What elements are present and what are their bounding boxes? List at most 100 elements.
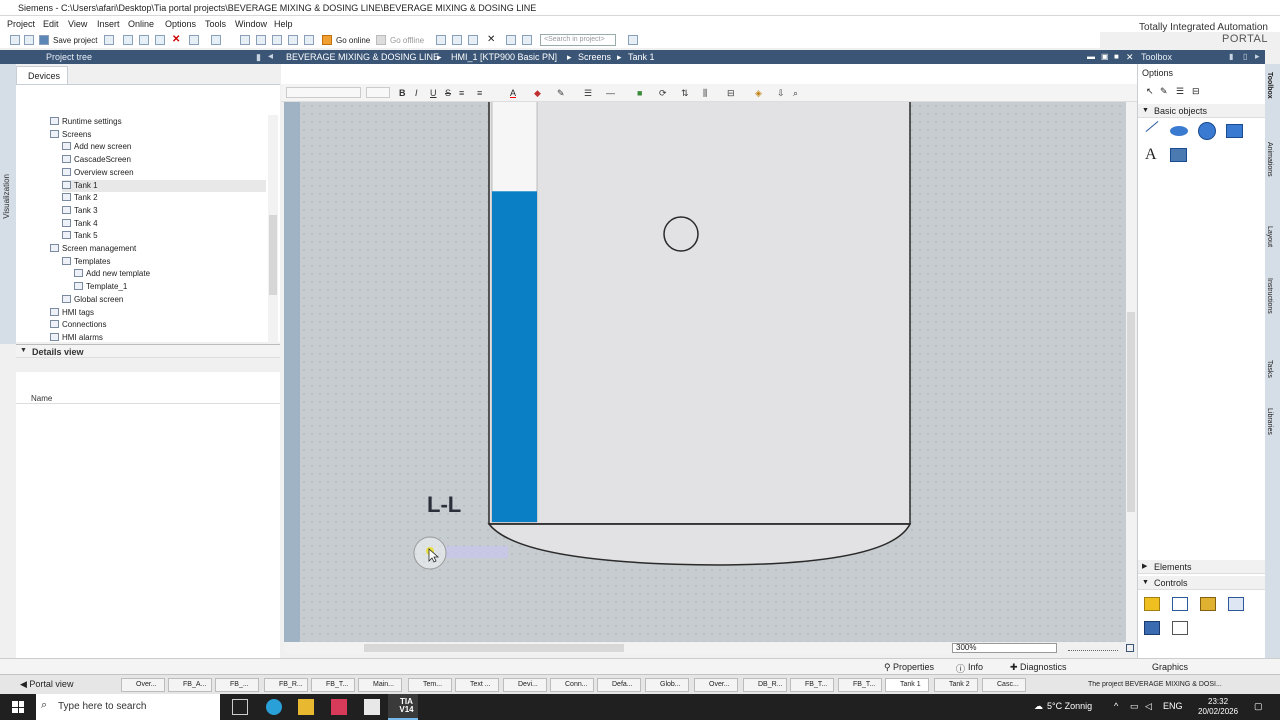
editor-tab[interactable]: FB_T...	[790, 678, 834, 692]
tab-instructions[interactable]: Instructions	[1266, 278, 1273, 314]
line-style-icon[interactable]: ☰	[584, 88, 592, 99]
tab-layout[interactable]: Layout	[1266, 226, 1273, 247]
tab-toolbox[interactable]: Toolbox	[1266, 72, 1273, 99]
editor-tab[interactable]: Main...	[358, 678, 402, 692]
go-online-icon[interactable]	[322, 35, 332, 45]
undo-icon[interactable]	[189, 35, 199, 45]
split-horizontal-icon[interactable]	[506, 35, 516, 45]
toolbox-options[interactable]: Options	[1138, 68, 1266, 82]
editor-tab[interactable]: FB_R...	[264, 678, 308, 692]
library-view-icon[interactable]: ☰	[1176, 86, 1184, 97]
tab-devices[interactable]: Devices	[16, 66, 68, 84]
bold-icon[interactable]: B	[399, 88, 406, 98]
open-project-icon[interactable]	[24, 35, 34, 45]
flip-icon[interactable]: ⇅	[681, 88, 689, 99]
details-view-header[interactable]: Details view ▼	[16, 344, 280, 358]
language-indicator[interactable]: ENG	[1163, 701, 1183, 711]
tab-properties[interactable]: Properties	[893, 662, 934, 672]
compile-icon[interactable]	[240, 35, 250, 45]
editor-tab[interactable]: Devi...	[503, 678, 547, 692]
tree-item[interactable]: Tank 3	[62, 205, 98, 217]
menu-project[interactable]: Project	[7, 19, 35, 29]
float-editor-icon[interactable]: ▣	[1101, 52, 1109, 61]
go-online-button[interactable]: Go online	[336, 36, 370, 45]
breadcrumb-tank1[interactable]: Tank 1	[628, 52, 655, 62]
strikethrough-icon[interactable]: S	[445, 88, 451, 98]
close-editor-icon[interactable]: ✕	[1126, 52, 1134, 63]
font-family-select[interactable]	[286, 87, 361, 98]
tree-item[interactable]: Add new template	[74, 268, 150, 280]
editor-tab[interactable]: Glob...	[645, 678, 689, 692]
collapse-tree-icon[interactable]: ◂	[268, 51, 273, 62]
line-color-icon[interactable]: ✎	[557, 88, 565, 99]
distribute-icon[interactable]: ⫼	[703, 88, 707, 99]
tree-item[interactable]: Template_1	[74, 281, 127, 293]
editor-tab[interactable]: Over...	[121, 678, 165, 692]
menu-view[interactable]: View	[68, 19, 87, 29]
breadcrumb-device[interactable]: HMI_1 [KTP900 Basic PN]	[451, 52, 557, 62]
file-explorer-icon[interactable]	[298, 699, 314, 715]
tank-body[interactable]	[488, 102, 911, 525]
zoom-tool-icon[interactable]: ⌕	[793, 88, 798, 99]
portal-view-button[interactable]: ◀ Portal view	[20, 679, 73, 690]
navigate-icon[interactable]	[1126, 644, 1134, 652]
simulate-icon[interactable]	[288, 35, 298, 45]
menu-help[interactable]: Help	[274, 19, 293, 29]
canvas-vertical-scrollbar[interactable]	[1126, 102, 1136, 642]
vertical-scroll-thumb[interactable]	[1127, 312, 1135, 512]
trend-view-icon[interactable]	[1172, 597, 1188, 611]
weather-text[interactable]: 5°C Zonnig	[1047, 701, 1092, 711]
eyedropper-icon[interactable]: ✎	[1160, 86, 1168, 97]
editor-tab[interactable]: FB_T...	[311, 678, 355, 692]
breadcrumb-screens[interactable]: Screens	[578, 52, 611, 62]
tree-item[interactable]: Tank 4	[62, 218, 98, 230]
horizontal-scroll-thumb[interactable]	[364, 644, 624, 652]
editor-tab[interactable]: Tank 1	[885, 678, 929, 692]
tab-libraries[interactable]: Libraries	[1266, 408, 1273, 435]
split-vertical-icon[interactable]	[522, 35, 532, 45]
tree-item[interactable]: CascadeScreen	[62, 154, 131, 166]
tree-item[interactable]: Tank 5	[62, 230, 98, 242]
print-icon[interactable]	[104, 35, 114, 45]
tank-bottom[interactable]	[487, 523, 912, 566]
tray-chevron-icon[interactable]: ^	[1114, 701, 1118, 711]
store-icon[interactable]	[331, 699, 347, 715]
zoom-slider[interactable]	[1068, 645, 1118, 651]
tree-scrollbar[interactable]	[268, 115, 278, 343]
font-color-icon[interactable]: A	[510, 88, 516, 98]
graphics-label[interactable]: Graphics	[1152, 662, 1188, 672]
editor-tab[interactable]: Casc...	[982, 678, 1026, 692]
tree-item[interactable]: HMI tags	[50, 307, 94, 319]
list-view-icon[interactable]: ⊟	[1192, 86, 1200, 97]
network-icon[interactable]: ▭	[1130, 701, 1139, 712]
alarm-view-icon[interactable]	[1144, 597, 1160, 611]
pin-icon[interactable]: ▮	[256, 52, 261, 63]
toolbox-expand-icon[interactable]: ▸	[1255, 51, 1260, 62]
menu-window[interactable]: Window	[235, 19, 267, 29]
tree-item[interactable]: Connections	[50, 319, 106, 331]
ellipse-tool-icon[interactable]	[1170, 126, 1188, 136]
taskbar-clock[interactable]: 23:32 20/02/2026	[1198, 697, 1238, 717]
rectangle-tool-icon[interactable]	[1226, 124, 1243, 138]
stop-cpu-icon[interactable]	[468, 35, 478, 45]
italic-icon[interactable]: I	[415, 88, 418, 98]
task-view-icon[interactable]	[232, 699, 248, 715]
maximize-editor-icon[interactable]: ■	[1114, 52, 1119, 61]
go-offline-icon[interactable]	[376, 35, 386, 45]
editor-tab[interactable]: FB_...	[215, 678, 259, 692]
editor-tab[interactable]: DB_R...	[743, 678, 787, 692]
accessible-devices-icon[interactable]	[436, 35, 446, 45]
windows-start-icon[interactable]	[12, 701, 24, 713]
cross-ref-icon[interactable]	[304, 35, 314, 45]
close-all-icon[interactable]: ✕	[487, 34, 495, 45]
section-controls[interactable]: ▼ Controls	[1138, 576, 1266, 590]
delete-icon[interactable]: ✕	[172, 34, 180, 45]
tab-tasks[interactable]: Tasks	[1266, 360, 1273, 378]
tree-item[interactable]: Overview screen	[62, 167, 134, 179]
notification-icon[interactable]: ▢	[1254, 701, 1263, 712]
menu-edit[interactable]: Edit	[43, 19, 59, 29]
start-cpu-icon[interactable]	[452, 35, 462, 45]
volume-icon[interactable]: ◁	[1145, 701, 1152, 712]
save-icon[interactable]	[39, 35, 49, 45]
menu-options[interactable]: Options	[165, 19, 196, 29]
